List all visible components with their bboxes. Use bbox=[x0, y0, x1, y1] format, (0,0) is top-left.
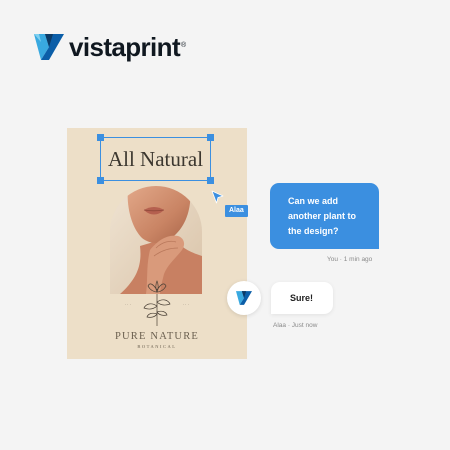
resize-handle-bottom-left[interactable] bbox=[97, 177, 104, 184]
resize-handle-top-right[interactable] bbox=[207, 134, 214, 141]
registered-mark: ® bbox=[181, 42, 187, 49]
vistaprint-triangle-logo-icon bbox=[34, 34, 64, 60]
brand-wordmark: vistaprint bbox=[69, 32, 181, 62]
outgoing-message-bubble: Can we add another plant to the design? bbox=[270, 183, 379, 249]
headline-selection-box[interactable]: All Natural bbox=[97, 134, 214, 184]
design-preview-card[interactable]: All Natural · · · · · · PURE NATURE BOTA… bbox=[67, 128, 247, 359]
outgoing-message-meta: You · 1 min ago bbox=[327, 256, 373, 263]
side-text-right: · · · bbox=[182, 303, 190, 307]
design-headline[interactable]: All Natural bbox=[101, 138, 210, 180]
design-brand-subtitle[interactable]: BOTANICAL bbox=[67, 344, 247, 349]
side-text-left: · · · bbox=[124, 303, 132, 307]
vistaprint-logo-avatar-icon bbox=[236, 291, 252, 305]
collaborator-cursor-label: Alaa bbox=[225, 205, 248, 217]
pointer-cursor-icon bbox=[211, 190, 224, 204]
resize-handle-bottom-right[interactable] bbox=[207, 177, 214, 184]
resize-handle-top-left[interactable] bbox=[97, 134, 104, 141]
incoming-message-text: Sure! bbox=[290, 293, 314, 303]
incoming-message-meta: Alaa · Just now bbox=[273, 322, 318, 329]
vistaprint-brand: vistaprint ® bbox=[34, 32, 186, 62]
outgoing-message-text: Can we add another plant to the design? bbox=[288, 196, 356, 236]
incoming-message-bubble: Sure! bbox=[271, 282, 333, 314]
arched-portrait-photo[interactable] bbox=[110, 186, 202, 294]
botanical-flower-illustration bbox=[143, 280, 171, 326]
avatar bbox=[227, 281, 261, 315]
design-brand-title[interactable]: PURE NATURE bbox=[67, 331, 247, 342]
